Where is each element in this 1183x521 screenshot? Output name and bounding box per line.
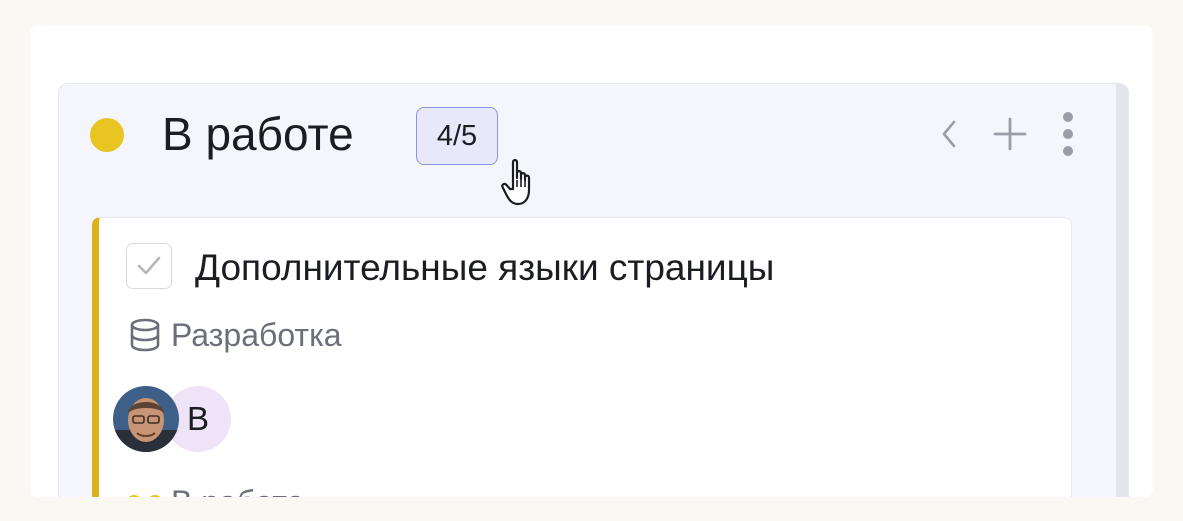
checkmark-icon xyxy=(137,256,161,275)
column-status-dot xyxy=(90,118,124,152)
avatar-photo[interactable] xyxy=(113,386,179,452)
task-project[interactable]: Разработка xyxy=(128,315,342,355)
task-title[interactable]: Дополнительные языки страницы xyxy=(195,246,774,290)
task-status-label: В работе xyxy=(171,484,304,497)
column-title: В работе xyxy=(162,108,354,160)
board-panel: В работе 4/5 Дополнительные языки страни… xyxy=(30,25,1153,497)
task-count-badge[interactable]: 4/5 xyxy=(416,107,498,165)
more-icon[interactable] xyxy=(1061,111,1075,162)
task-status[interactable]: В работе xyxy=(126,484,304,497)
project-name: Разработка xyxy=(171,317,342,353)
kanban-column: В работе 4/5 Дополнительные языки страни… xyxy=(58,83,1129,497)
collapse-icon[interactable] xyxy=(939,118,959,155)
status-dots-icon xyxy=(126,494,163,497)
assignee-avatars[interactable]: В xyxy=(113,386,253,452)
hand-cursor-icon xyxy=(501,159,531,206)
task-checkbox[interactable] xyxy=(126,243,172,289)
task-card[interactable]: Дополнительные языки страницы Разработка xyxy=(92,217,1072,497)
add-icon[interactable] xyxy=(993,117,1027,156)
column-scrollbar[interactable] xyxy=(1116,84,1128,497)
database-icon xyxy=(130,318,160,352)
column-actions xyxy=(939,111,1075,162)
